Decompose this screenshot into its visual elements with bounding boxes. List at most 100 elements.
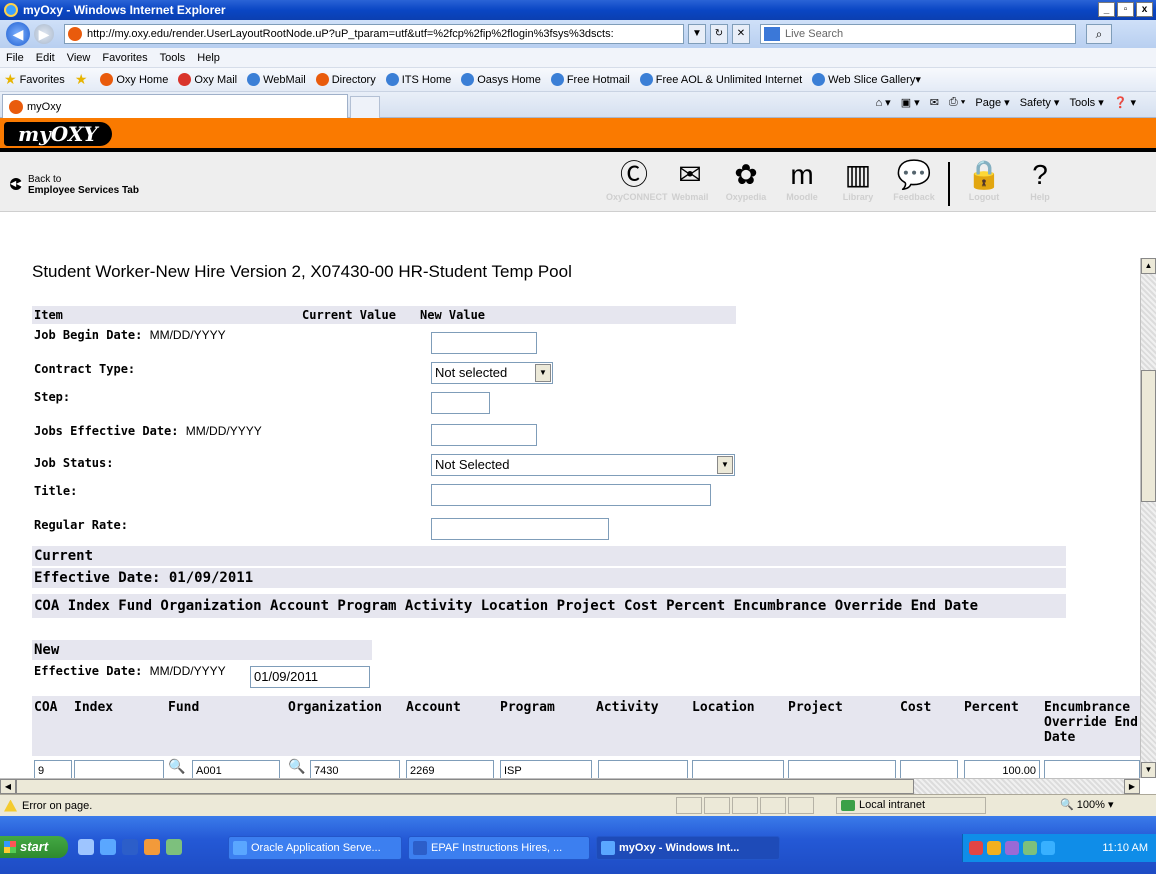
favorites-bar: ★ Favorites ★ Oxy Home Oxy Mail WebMail D… xyxy=(0,68,1156,92)
minimize-button[interactable]: _ xyxy=(1098,2,1115,17)
fav-free-aol[interactable]: Free AOL & Unlimited Internet xyxy=(639,73,802,86)
cmd-safety[interactable]: Safety ▾ xyxy=(1020,96,1060,109)
help-icon[interactable]: ❓ ▾ xyxy=(1114,96,1136,109)
menu-tools[interactable]: Tools xyxy=(154,52,192,64)
quick-launch xyxy=(78,839,182,855)
title-input[interactable] xyxy=(431,484,711,506)
feedback-link[interactable]: 💬 Feedback xyxy=(886,158,942,206)
organization-search-icon[interactable]: 🔍 xyxy=(288,758,305,775)
col-fund: Fund xyxy=(166,696,286,756)
search-input[interactable]: Live Search xyxy=(760,24,1076,44)
warning-icon[interactable] xyxy=(4,799,17,812)
project-input[interactable] xyxy=(788,760,896,778)
scroll-down-icon[interactable]: ▼ xyxy=(1141,762,1156,778)
fav-free-hotmail[interactable]: Free Hotmail xyxy=(550,73,630,86)
tray-2x-icon[interactable] xyxy=(969,841,983,855)
stop-icon[interactable]: ✕ xyxy=(732,24,750,44)
tray-app-icon[interactable] xyxy=(987,841,1001,855)
menu-edit[interactable]: Edit xyxy=(30,52,61,64)
start-button[interactable]: start xyxy=(0,836,68,858)
activity-input[interactable] xyxy=(598,760,688,778)
fav-oasys-home[interactable]: Oasys Home xyxy=(461,73,541,86)
account-input[interactable]: 2269 xyxy=(406,760,494,778)
jobs-effective-date-input[interactable] xyxy=(431,424,537,446)
step-input[interactable] xyxy=(431,392,490,414)
status-message[interactable]: Error on page. xyxy=(22,800,92,812)
show-desktop-icon[interactable] xyxy=(78,839,94,855)
read-mail-icon[interactable]: ✉ xyxy=(930,96,939,109)
help-link[interactable]: ? Help xyxy=(1012,158,1068,206)
forward-arrow-icon[interactable]: ▶ xyxy=(34,24,54,44)
tray-network-icon[interactable] xyxy=(1023,841,1037,855)
favorites-button[interactable]: ★ Favorites xyxy=(4,71,65,88)
network-launch-icon[interactable] xyxy=(166,839,182,855)
organization-input[interactable]: 7430 xyxy=(310,760,400,778)
refresh-icon[interactable]: ↻ xyxy=(710,24,728,44)
zoom-level[interactable]: 🔍 100% ▾ xyxy=(1060,797,1113,814)
regular-rate-input[interactable] xyxy=(431,518,609,540)
new-tab-button[interactable] xyxy=(350,96,380,118)
fav-its-home[interactable]: ITS Home xyxy=(385,73,451,86)
fav-oxy-home[interactable]: Oxy Home xyxy=(100,73,168,86)
security-zone[interactable]: Local intranet xyxy=(836,797,986,814)
tray-volume-icon[interactable] xyxy=(1005,841,1019,855)
back-arrow-icon[interactable]: ◀ xyxy=(6,22,30,46)
cmd-tools[interactable]: Tools ▾ xyxy=(1069,96,1103,109)
job-begin-date-input[interactable] xyxy=(431,332,537,354)
tray-update-icon[interactable] xyxy=(1041,841,1055,855)
moodle-link[interactable]: m Moodle xyxy=(774,158,830,206)
location-input[interactable] xyxy=(692,760,784,778)
encumbrance-input[interactable] xyxy=(1044,760,1140,778)
task-myoxy-ie[interactable]: myOxy - Windows Int... xyxy=(596,836,780,860)
menu-help[interactable]: Help xyxy=(191,52,226,64)
task-epaf-instructions[interactable]: EPAF Instructions Hires, ... xyxy=(408,836,590,860)
fund-search-icon[interactable]: 🔍 xyxy=(168,758,185,775)
back-to-employee-services-link[interactable]: ◀◀ Back to Employee Services Tab xyxy=(10,174,139,196)
outlook-launch-icon[interactable] xyxy=(144,839,160,855)
horizontal-scrollbar[interactable]: ◀ ▶ xyxy=(0,778,1140,794)
scroll-up-icon[interactable]: ▲ xyxy=(1141,258,1156,274)
home-icon[interactable]: ⌂ ▾ xyxy=(875,96,890,109)
ie-launch-icon[interactable] xyxy=(100,839,116,855)
webmail-link[interactable]: ✉ Webmail xyxy=(662,158,718,206)
fav-oxy-mail[interactable]: Oxy Mail xyxy=(178,73,237,86)
job-status-select[interactable]: Not Selected ▼ xyxy=(431,454,735,476)
maximize-button[interactable]: ▫ xyxy=(1117,2,1134,17)
fav-directory[interactable]: Directory xyxy=(315,73,376,86)
menu-view[interactable]: View xyxy=(61,52,97,64)
menu-favorites[interactable]: Favorites xyxy=(96,52,153,64)
vertical-scrollbar[interactable]: ▲ ▼ xyxy=(1140,258,1156,778)
cmd-page[interactable]: Page ▾ xyxy=(975,96,1009,109)
fav-webmail[interactable]: WebMail xyxy=(247,73,306,86)
print-icon[interactable]: ⎙ ▾ xyxy=(949,96,965,109)
oxypedia-link[interactable]: ✿ Oxypedia xyxy=(718,158,774,206)
search-icon[interactable]: ⌕ xyxy=(1086,24,1112,44)
fav-web-slice-gallery[interactable]: Web Slice Gallery ▾ xyxy=(812,73,921,86)
horizontal-scroll-thumb[interactable] xyxy=(16,779,914,794)
oxyconnect-link[interactable]: Ⓒ OxyCONNECT xyxy=(606,158,668,206)
star-icon: ★ xyxy=(4,71,17,87)
tab-myoxy[interactable]: myOxy xyxy=(2,94,348,118)
url-input[interactable]: http://my.oxy.edu/render.UserLayoutRootN… xyxy=(64,24,684,44)
library-link[interactable]: ▥ Library xyxy=(830,158,886,206)
taskbar-clock[interactable]: 11:10 AM xyxy=(1102,834,1148,862)
task-oracle-app-server[interactable]: Oracle Application Serve... xyxy=(228,836,402,860)
feeds-icon[interactable]: ▣ ▾ xyxy=(901,96,920,109)
index-input[interactable] xyxy=(74,760,164,778)
logout-link[interactable]: 🔒 Logout xyxy=(956,158,1012,206)
scroll-left-icon[interactable]: ◀ xyxy=(0,779,16,794)
scroll-right-icon[interactable]: ▶ xyxy=(1124,779,1140,794)
vertical-scroll-thumb[interactable] xyxy=(1141,370,1156,502)
percent-input[interactable]: 100.00 xyxy=(964,760,1040,778)
word-launch-icon[interactable] xyxy=(122,839,138,855)
close-button[interactable]: x xyxy=(1136,2,1153,17)
fund-input[interactable]: A001 xyxy=(192,760,280,778)
program-input[interactable]: ISP xyxy=(500,760,592,778)
url-dropdown-icon[interactable]: ▼ xyxy=(688,24,706,44)
new-effective-date-input[interactable]: 01/09/2011 xyxy=(250,666,370,688)
menu-file[interactable]: File xyxy=(0,52,30,64)
cost-input[interactable] xyxy=(900,760,958,778)
coa-input[interactable]: 9 xyxy=(34,760,72,778)
add-favorite-icon[interactable]: ★ xyxy=(75,71,91,88)
contract-type-select[interactable]: Not selected ▼ xyxy=(431,362,553,384)
